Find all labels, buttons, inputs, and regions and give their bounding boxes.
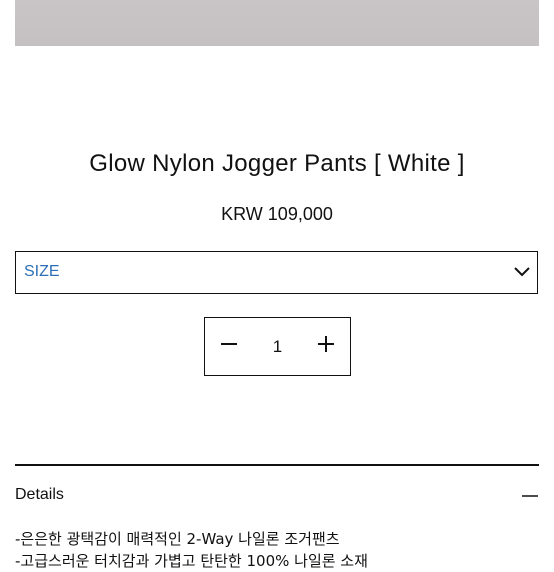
collapse-icon[interactable] [520,486,540,506]
product-title: Glow Nylon Jogger Pants [ White ] [89,150,465,177]
size-select[interactable]: SIZE [15,251,538,294]
minus-icon [219,334,239,359]
quantity-value[interactable]: 1 [253,318,302,375]
description-line: -고급스러운 터치감과 가볍고 탄탄한 100% 나일론 소재 [15,552,368,570]
description-line: -은은한 광택감이 매력적인 2-Way 나일론 조거팬츠 [15,530,340,548]
product-price: KRW 109,000 [221,204,333,224]
quantity-stepper: 1 [204,317,351,376]
chevron-down-icon [513,263,531,281]
plus-icon [316,334,336,359]
size-select-label: SIZE [24,263,60,280]
section-divider [15,464,539,466]
details-description: -은은한 광택감이 매력적인 2-Way 나일론 조거팬츠 -고급스러운 터치감… [15,528,539,572]
decrease-quantity-button[interactable] [205,318,253,375]
increase-quantity-button[interactable] [302,318,350,375]
details-heading[interactable]: Details [15,486,64,504]
product-image [15,0,539,46]
